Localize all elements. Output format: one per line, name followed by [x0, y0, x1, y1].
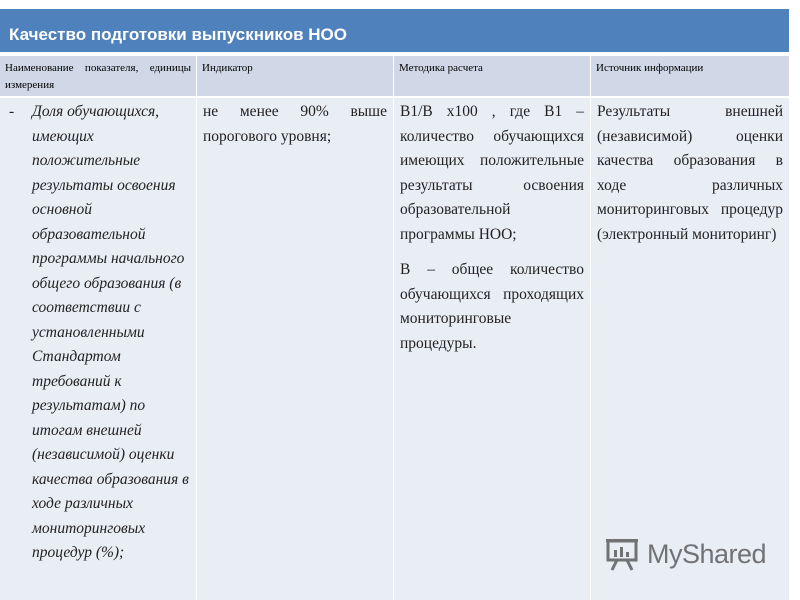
indicator-value-text: не менее 90% выше порогового уровня; [203, 103, 387, 145]
slide: Качество подготовки выпускников НОО Наим… [0, 0, 800, 600]
title-bar: Качество подготовки выпускников НОО [0, 9, 789, 54]
method-paragraph-1: В1/В х100 , где В1 – количество обучающи… [400, 103, 584, 243]
watermark-logo-text: MyShared [647, 539, 767, 569]
indicator-table: Наименование показателя, единицы измерен… [0, 56, 789, 600]
list-item: - Доля обучающихся, имеющих положительны… [0, 100, 196, 566]
bullet-dash: - [9, 103, 15, 120]
myshared-watermark: MyShared [605, 538, 775, 574]
table-cell-indicator-name: - Доля обучающихся, имеющих положительны… [0, 96, 197, 600]
column-header-method: Методика расчета [394, 56, 591, 96]
column-header-indicator: Индикатор [197, 56, 394, 96]
presentation-board-icon [606, 539, 638, 571]
source-text: Результаты внешней (независимой) оценки … [597, 103, 783, 243]
method-paragraph-2: В – общее количество обучающихся проходя… [400, 261, 584, 352]
table-cell-method: В1/В х100 , где В1 – количество обучающи… [394, 96, 591, 600]
table-column: Методика расчета В1/В х100 , где В1 – ко… [394, 56, 591, 600]
slide-title: Качество подготовки выпускников НОО [9, 25, 347, 44]
indicator-name-text: Доля обучающихся, имеющих положительные … [32, 103, 189, 561]
column-header-indicator-name: Наименование показателя, единицы измерен… [0, 56, 197, 96]
table-cell-source: Результаты внешней (независимой) оценки … [591, 96, 789, 600]
table-cell-indicator: не менее 90% выше порогового уровня; [197, 96, 394, 600]
column-header-source: Источник информации [591, 56, 789, 96]
table-column: Источник информации Результаты внешней (… [591, 56, 789, 600]
table-column: Индикатор не менее 90% выше порогового у… [197, 56, 394, 600]
table-column: Наименование показателя, единицы измерен… [0, 56, 197, 600]
